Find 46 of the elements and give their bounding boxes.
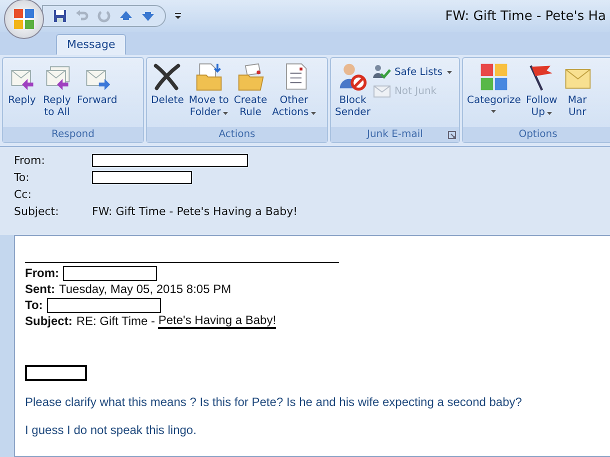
- office-button[interactable]: [4, 0, 44, 39]
- folder-icon: [236, 62, 266, 92]
- group-label: Respond: [51, 129, 94, 140]
- group-label: Actions: [218, 129, 256, 140]
- dialog-launcher-icon[interactable]: [448, 131, 456, 139]
- up-arrow-icon[interactable]: [119, 9, 133, 23]
- header-label: Sent:: [25, 282, 55, 296]
- person-block-icon: [338, 62, 368, 92]
- delete-icon: [152, 62, 182, 92]
- customize-icon[interactable]: [174, 12, 182, 20]
- logo-icon: [12, 7, 36, 31]
- header-label: To:: [25, 298, 43, 312]
- underlined-text: Pete's Having a Baby!: [158, 313, 276, 329]
- ribbon-button[interactable]: Create Rule: [232, 60, 270, 125]
- people-check-icon: [373, 64, 392, 80]
- header-value: RE: Gift Time -: [76, 314, 156, 328]
- header-label: Subject:: [25, 314, 72, 328]
- field-label: Subject:: [14, 205, 60, 218]
- field-value: FW: Gift Time - Pete's Having a Baby!: [92, 205, 298, 218]
- ribbon-button[interactable]: Reply: [5, 60, 39, 125]
- folder-icon: [194, 62, 224, 92]
- header-value: Tuesday, May 05, 2015 8:05 PM: [59, 282, 232, 296]
- ribbon-button[interactable]: Safe Lists: [373, 64, 452, 80]
- envelope-icon: [373, 84, 392, 98]
- ribbon-button[interactable]: Move to Folder: [186, 60, 231, 125]
- group-label: Options: [518, 129, 558, 140]
- down-arrow-icon[interactable]: [141, 9, 155, 23]
- ribbon-button[interactable]: Delete: [149, 60, 186, 125]
- group-label: Junk E-mail: [367, 129, 423, 140]
- window-title: FW: Gift Time - Pete's Ha: [445, 8, 606, 24]
- field-label: From:: [14, 154, 46, 167]
- save-icon[interactable]: [53, 9, 67, 23]
- message-paragraph: I guess I do not speak this lingo.: [25, 423, 198, 437]
- ribbon-button[interactable]: Other Actions: [270, 60, 318, 125]
- ribbon-button[interactable]: Mar Unr: [560, 60, 594, 125]
- ribbon-button[interactable]: Reply to All: [40, 60, 74, 125]
- ribbon-button[interactable]: Categorize: [465, 60, 523, 125]
- categorize-icon: [478, 62, 509, 92]
- message-paragraph: Please clarify what this means ? Is this for Pete? Is he and his wife expecting a second baby?: [25, 395, 523, 409]
- header-label: From:: [25, 266, 59, 280]
- ribbon-tab[interactable]: Message: [56, 34, 126, 55]
- ribbon-button[interactable]: Forward: [75, 60, 120, 125]
- field-label: Cc:: [14, 188, 32, 201]
- ribbon-button[interactable]: Block Sender: [333, 60, 372, 125]
- field-label: To:: [14, 171, 30, 184]
- ribbon-button[interactable]: Follow Up: [524, 60, 560, 125]
